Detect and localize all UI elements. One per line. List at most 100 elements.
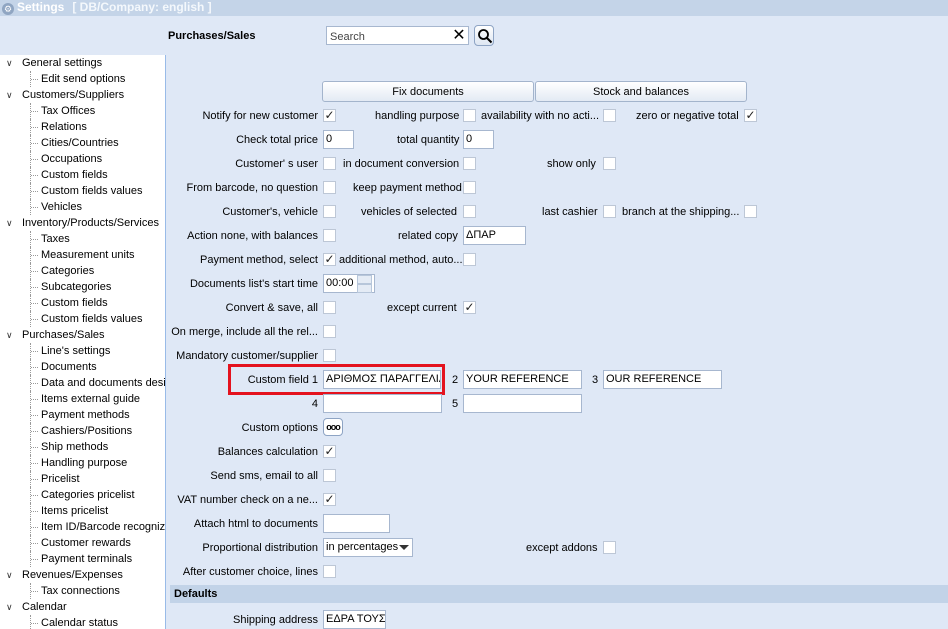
sidebar-group[interactable]: ∨ General settings [0, 55, 165, 71]
related-copy-input[interactable]: ΔΠΑΡ [463, 226, 526, 245]
chevron-down-icon[interactable]: ∨ [6, 55, 16, 71]
search-input[interactable] [326, 26, 469, 45]
proportional-distribution-select[interactable]: in percentages [323, 538, 413, 557]
sidebar-item[interactable]: Customer rewards [0, 535, 165, 551]
except-addons-checkbox[interactable] [603, 541, 616, 554]
custom-options-button[interactable]: ooo [323, 418, 343, 436]
handling-purpose-checkbox[interactable] [463, 109, 476, 122]
sidebar-item[interactable]: Calendar status [0, 615, 165, 629]
sidebar-item[interactable]: Cities/Countries [0, 135, 165, 151]
sidebar-item[interactable]: Taxes [0, 231, 165, 247]
check-total-price-input[interactable]: 0 [323, 130, 354, 149]
sidebar-item[interactable]: Line's settings [0, 343, 165, 359]
branch-at-shipping-checkbox[interactable] [744, 205, 757, 218]
vehicles-of-selected-checkbox[interactable] [463, 205, 476, 218]
tree-connector [31, 175, 38, 176]
sidebar-item[interactable]: Ship methods [0, 439, 165, 455]
sidebar-item[interactable]: Edit send options [0, 71, 165, 87]
sidebar-group[interactable]: ∨ Calendar [0, 599, 165, 615]
last-cashier-checkbox[interactable] [603, 205, 616, 218]
sidebar-item[interactable]: Occupations [0, 151, 165, 167]
convert-save-all-checkbox[interactable] [323, 301, 336, 314]
sidebar-item[interactable]: Measurement units [0, 247, 165, 263]
sidebar-item[interactable]: Cashiers/Positions [0, 423, 165, 439]
time-down-arrow-icon[interactable] [357, 284, 372, 293]
custom-field-3-input[interactable]: OUR REFERENCE [603, 370, 722, 389]
sidebar-item[interactable]: Custom fields values [0, 311, 165, 327]
on-merge-include-label: On merge, include all the rel... [171, 326, 318, 338]
vat-number-check-checkbox[interactable]: ✓ [323, 493, 336, 506]
balances-calculation-checkbox[interactable]: ✓ [323, 445, 336, 458]
sidebar-item[interactable]: Tax Offices [0, 103, 165, 119]
sidebar-item[interactable]: Documents [0, 359, 165, 375]
tree-connector [31, 319, 38, 320]
sidebar-group[interactable]: ∨ Inventory/Products/Services [0, 215, 165, 231]
sidebar-item[interactable]: Payment terminals [0, 551, 165, 567]
search-button[interactable] [474, 25, 494, 46]
sidebar-item[interactable]: Categories pricelist [0, 487, 165, 503]
sidebar-item[interactable]: Categories [0, 263, 165, 279]
tree-connector [31, 479, 38, 480]
from-barcode-checkbox[interactable] [323, 181, 336, 194]
show-only-checkbox[interactable] [603, 157, 616, 170]
payment-method-select-checkbox[interactable]: ✓ [323, 253, 336, 266]
on-merge-include-checkbox[interactable] [323, 325, 336, 338]
sidebar-item[interactable]: Tax connections [0, 583, 165, 599]
shipping-address-input[interactable]: ΕΔΡΑ ΤΟΥΣ [323, 610, 386, 629]
attach-html-input[interactable] [323, 514, 390, 533]
stock-balances-button[interactable]: Stock and balances [535, 81, 747, 102]
sidebar-item-label: Tax Offices [41, 105, 96, 117]
customers-user-checkbox[interactable] [323, 157, 336, 170]
sidebar-item[interactable]: Items pricelist [0, 503, 165, 519]
time-up-arrow-icon[interactable] [357, 275, 372, 284]
fix-documents-button[interactable]: Fix documents [322, 81, 534, 102]
custom-field-2-input[interactable]: YOUR REFERENCE [463, 370, 582, 389]
window-subtitle: [ DB/Company: english ] [72, 0, 212, 14]
sidebar-item[interactable]: Pricelist [0, 471, 165, 487]
notify-new-customer-checkbox[interactable]: ✓ [323, 109, 336, 122]
sidebar-item-label: Inventory/Products/Services [22, 217, 159, 229]
sidebar-item[interactable]: Vehicles [0, 199, 165, 215]
action-none-balances-checkbox[interactable] [323, 229, 336, 242]
sidebar-item[interactable]: Subcategories [0, 279, 165, 295]
sidebar-item[interactable]: Custom fields [0, 295, 165, 311]
sidebar-item[interactable]: Relations [0, 119, 165, 135]
vat-number-check-label: VAT number check on a ne... [177, 494, 318, 506]
zero-negative-total-checkbox[interactable]: ✓ [744, 109, 757, 122]
sidebar-group[interactable]: ∨ Purchases/Sales [0, 327, 165, 343]
customers-vehicle-checkbox[interactable] [323, 205, 336, 218]
convert-save-all-label: Convert & save, all [225, 302, 318, 314]
chevron-down-icon[interactable]: ∨ [6, 327, 16, 343]
in-document-conversion-checkbox[interactable] [463, 157, 476, 170]
sidebar-item[interactable]: Handling purpose [0, 455, 165, 471]
sidebar-group[interactable]: ∨ Customers/Suppliers [0, 87, 165, 103]
sidebar-item[interactable]: Item ID/Barcode recognize [0, 519, 165, 535]
sidebar-item[interactable]: Custom fields values [0, 183, 165, 199]
mandatory-customer-checkbox[interactable] [323, 349, 336, 362]
sidebar-group[interactable]: ∨ Revenues/Expenses [0, 567, 165, 583]
sidebar-item[interactable]: Payment methods [0, 407, 165, 423]
tree-connector [30, 615, 31, 629]
send-sms-email-checkbox[interactable] [323, 469, 336, 482]
availability-no-action-label: availability with no acti... [481, 110, 599, 122]
sidebar-item[interactable]: Custom fields [0, 167, 165, 183]
chevron-down-icon[interactable]: ∨ [6, 215, 16, 231]
chevron-down-icon[interactable]: ∨ [6, 87, 16, 103]
availability-no-action-checkbox[interactable] [603, 109, 616, 122]
clear-search-icon[interactable]: ✕ [451, 27, 467, 44]
except-current-checkbox[interactable]: ✓ [463, 301, 476, 314]
chevron-down-icon[interactable]: ∨ [6, 567, 16, 583]
custom-field-4-input[interactable] [323, 394, 442, 413]
sidebar-item-label: Custom fields [41, 169, 108, 181]
show-only-label: show only [547, 158, 596, 170]
chevron-down-icon[interactable]: ∨ [6, 599, 16, 615]
custom-field-5-input[interactable] [463, 394, 582, 413]
sidebar-item[interactable]: Data and documents desi [0, 375, 165, 391]
window-title: Settings [17, 0, 65, 14]
after-customer-choice-checkbox[interactable] [323, 565, 336, 578]
total-quantity-input[interactable]: 0 [463, 130, 494, 149]
proportional-distribution-value: in percentages [326, 541, 399, 553]
keep-payment-method-checkbox[interactable] [463, 181, 476, 194]
sidebar-item[interactable]: Items external guide [0, 391, 165, 407]
additional-method-checkbox[interactable] [463, 253, 476, 266]
